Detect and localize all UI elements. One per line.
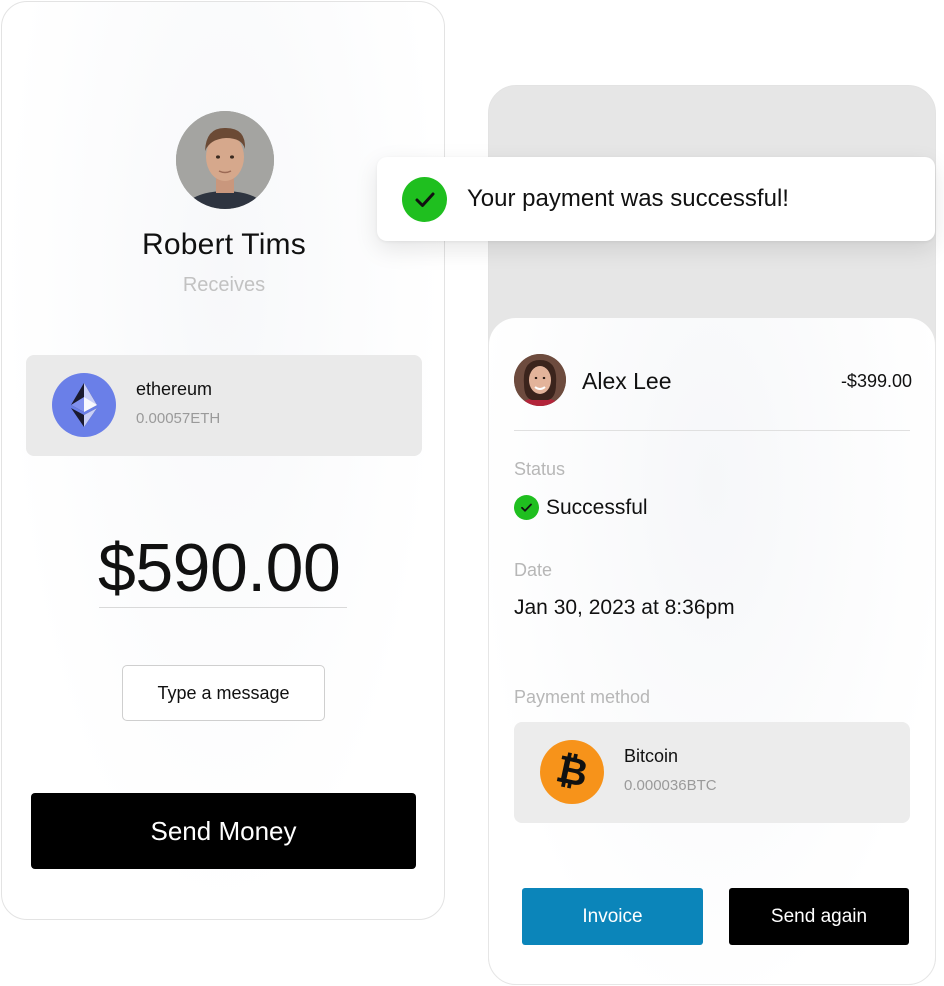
message-button[interactable]: Type a message [122,665,325,721]
amount-underline [99,607,347,608]
payment-method-box: ₿ Bitcoin 0.000036BTC [514,722,910,823]
payee-avatar [514,354,566,406]
receipt-card [488,317,936,985]
payment-method-name: Bitcoin [624,746,679,766]
coin-name: ethereum [136,379,213,399]
send-money-button[interactable]: Send Money [31,793,416,869]
payment-method-label: Payment method [514,687,651,707]
coin-selector[interactable]: ethereum 0.00057ETH [26,355,422,456]
coin-amount: 0.00057ETH [136,410,221,427]
success-check-icon [514,495,539,520]
send-again-button[interactable]: Send again [729,888,909,945]
payment-method-amount: 0.000036BTC [624,777,717,794]
status-label: Status [514,459,566,479]
date-value: Jan 30, 2023 at 8:36pm [514,596,735,619]
bitcoin-icon: ₿ [540,740,604,804]
payee-name: Alex Lee [582,368,672,394]
send-amount[interactable]: $590.00 [98,529,348,607]
recipient-role: Receives [182,274,266,296]
check-circle-icon [402,177,447,222]
date-label: Date [514,560,553,580]
payee-amount: -$399.00 [840,371,912,391]
toast-message: Your payment was successful! [467,185,789,212]
success-toast: Your payment was successful! [377,157,935,241]
svg-text:₿: ₿ [552,746,591,795]
recipient-avatar [176,111,274,209]
receipt-divider [514,430,910,431]
status-value: Successful [546,496,648,519]
invoice-button[interactable]: Invoice [522,888,703,945]
send-money-card: Robert Tims Receives ethereum 0.00057ETH… [1,1,445,920]
ethereum-icon [52,373,116,437]
